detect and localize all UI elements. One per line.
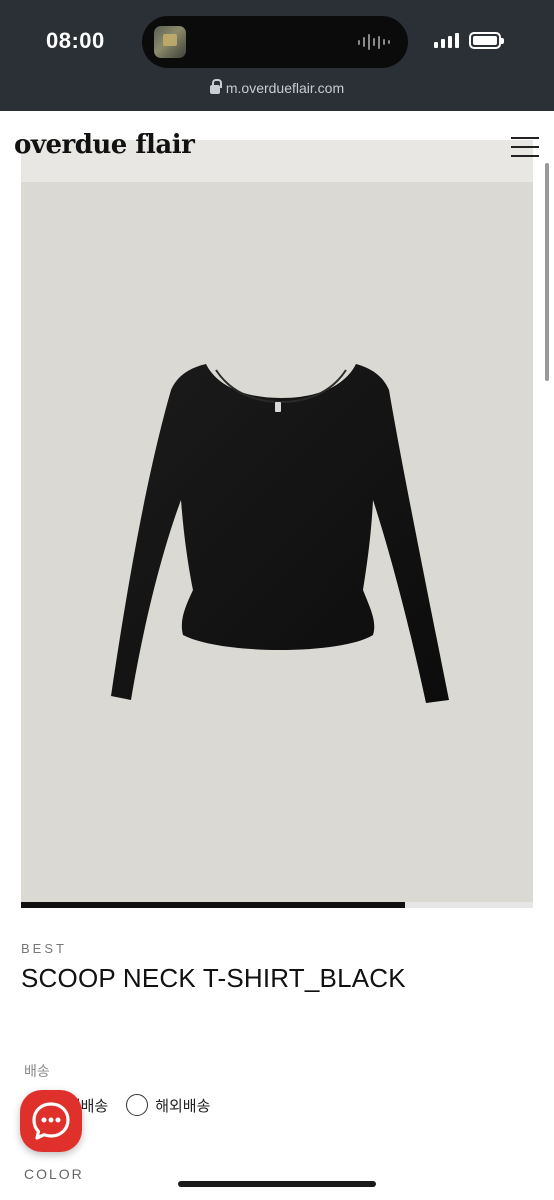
image-slider-progress bbox=[21, 902, 533, 908]
shipping-label: 배송 bbox=[24, 1063, 50, 1079]
radio-overseas[interactable] bbox=[126, 1094, 149, 1116]
dynamic-island[interactable] bbox=[142, 16, 408, 68]
menu-icon[interactable] bbox=[511, 137, 539, 157]
now-playing-thumbnail bbox=[154, 26, 186, 58]
status-bar: 08:00 m.overdueflair.com bbox=[0, 0, 554, 111]
address-bar[interactable]: m.overdueflair.com bbox=[0, 79, 554, 96]
shipping-option-overseas[interactable]: 해외배송 bbox=[126, 1094, 210, 1116]
page-scrollbar[interactable] bbox=[545, 163, 549, 381]
image-slider-progress-fill bbox=[21, 902, 405, 908]
product-title: SCOOP NECK T-SHIRT_BLACK bbox=[21, 963, 406, 993]
color-section-label: COLOR bbox=[24, 1166, 84, 1182]
audio-waveform-icon bbox=[358, 33, 390, 51]
shipping-option-label: 해외배송 bbox=[155, 1097, 211, 1115]
garment-illustration bbox=[111, 364, 449, 703]
status-time: 08:00 bbox=[46, 28, 105, 53]
battery-icon bbox=[469, 32, 504, 49]
url-text: m.overdueflair.com bbox=[225, 80, 345, 96]
signal-icon bbox=[434, 33, 459, 48]
product-badge: BEST bbox=[21, 941, 67, 956]
lock-icon bbox=[209, 79, 222, 94]
chat-icon bbox=[32, 1102, 70, 1140]
site-logo[interactable]: overdue flair bbox=[14, 130, 195, 160]
chat-button[interactable] bbox=[20, 1090, 82, 1152]
product-image[interactable] bbox=[21, 140, 533, 902]
home-indicator[interactable] bbox=[178, 1181, 376, 1187]
